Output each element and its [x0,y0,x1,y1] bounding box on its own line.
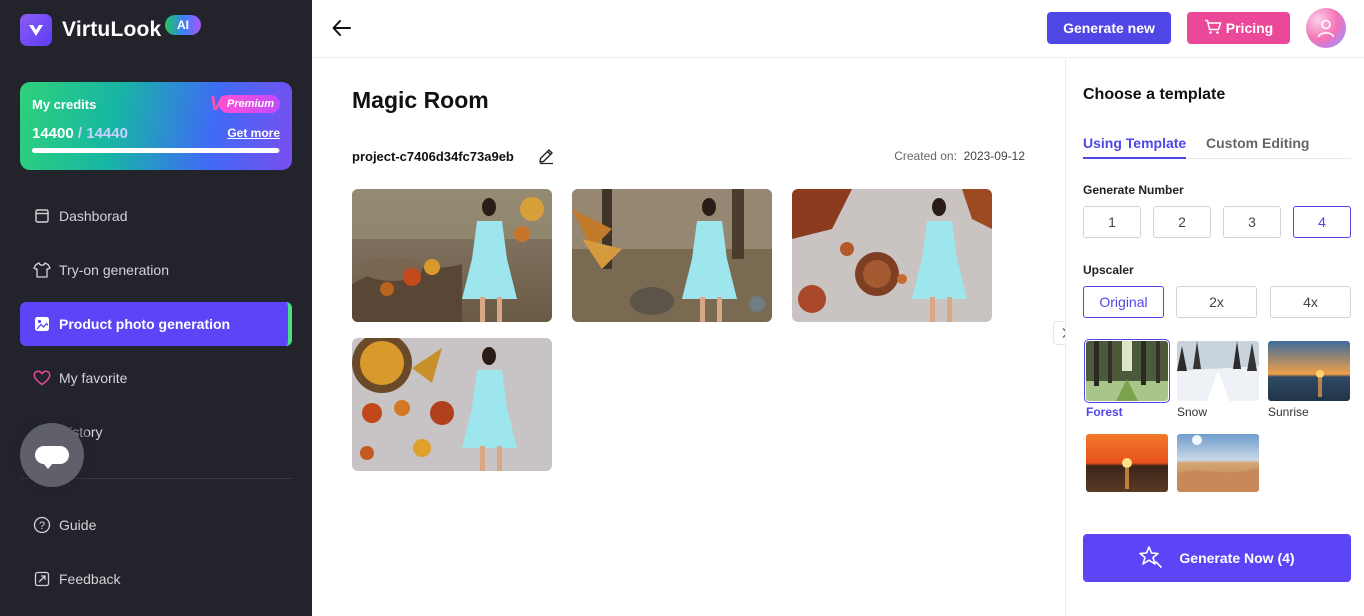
created-value: 2023-09-12 [963,149,1025,163]
credits-value: 14400 / 14440 [32,125,128,142]
created-date: Created on: 2023-09-12 [894,149,1025,163]
sidebar-item-try-on[interactable]: Try-on generation [20,248,292,292]
created-label: Created on: [894,149,957,163]
template-snow[interactable] [1177,341,1259,401]
back-arrow-icon[interactable] [330,16,354,40]
heart-icon [33,369,51,387]
template-label-sunrise: Sunrise [1268,405,1309,419]
cart-icon [1204,19,1222,38]
credits-used: 14400 [32,125,74,142]
sidebar-item-label: Dashborad [59,208,128,224]
premium-label: Premium [218,95,280,113]
virtulook-logo-icon [20,14,52,46]
generated-image[interactable] [352,189,552,322]
template-panel: Choose a template Using Template Custom … [1065,58,1364,616]
help-icon: ? [33,516,51,534]
svg-text:?: ? [39,520,45,532]
ai-badge: AI [165,15,201,35]
avatar[interactable] [1306,8,1346,48]
top-header: Generate new Pricing [312,0,1364,58]
photo-icon [33,315,51,333]
edit-pencil-icon[interactable] [537,147,555,165]
generate-now-button[interactable]: Generate Now (4) [1083,534,1351,582]
template-label-snow: Snow [1177,405,1208,419]
generate-number-option[interactable]: 1 [1083,206,1141,238]
project-name: project-c7406d34fc73a9eb [352,149,514,164]
shirt-icon [33,261,51,279]
sidebar: VirtuLook AI My credits V Premium 14400 … [0,0,312,616]
pricing-label: Pricing [1225,20,1274,36]
generated-image[interactable] [792,189,992,322]
sidebar-item-label: Try-on generation [59,262,169,278]
sidebar-item-product-photo[interactable]: Product photo generation [20,302,292,346]
sidebar-item-label: Feedback [59,571,121,587]
generated-image[interactable] [352,338,552,471]
credits-total: 14440 [86,125,128,142]
main-content: Magic Room project-c7406d34fc73a9eb Crea… [312,58,1065,616]
generate-new-button[interactable]: Generate new [1047,12,1171,44]
credits-progress-fill [32,148,280,153]
magic-star-icon [1139,545,1163,572]
page-title: Magic Room [352,87,489,113]
generate-number-option-selected[interactable]: 4 [1293,206,1351,238]
sidebar-item-feedback[interactable]: Feedback [20,557,292,601]
sidebar-item-label: Guide [59,517,97,533]
pricing-button[interactable]: Pricing [1187,12,1290,44]
generate-number-label: Generate Number [1083,183,1184,197]
upscaler-option[interactable]: 2x [1176,286,1257,318]
template-desert[interactable] [1177,434,1259,492]
sidebar-item-guide[interactable]: ? Guide [20,503,292,547]
generate-now-label: Generate Now (4) [1179,550,1295,566]
credits-title: My credits [32,97,97,112]
chat-support-button[interactable] [20,423,84,487]
credits-progress-bar [32,148,280,153]
brand[interactable]: VirtuLook AI [20,14,201,46]
sidebar-item-dashboard[interactable]: Dashborad [20,194,292,238]
sidebar-item-label: Product photo generation [59,316,231,332]
template-forest[interactable] [1084,339,1170,403]
app-name: VirtuLook [62,18,162,41]
panel-title: Choose a template [1083,86,1226,103]
tab-using-template[interactable]: Using Template [1083,135,1187,159]
template-sunset[interactable] [1086,434,1168,492]
generate-number-option[interactable]: 2 [1153,206,1211,238]
generated-image[interactable] [572,189,772,322]
sidebar-item-label: My favorite [59,370,128,386]
premium-badge: V Premium [210,93,280,115]
upscaler-option[interactable]: 4x [1270,286,1351,318]
template-label-forest: Forest [1086,405,1123,419]
generate-number-option[interactable]: 3 [1223,206,1281,238]
sidebar-item-favorite[interactable]: My favorite [20,356,292,400]
credits-card: My credits V Premium 14400 / 14440 Get m… [20,82,292,170]
template-tabs: Using Template Custom Editing [1083,135,1351,159]
chat-bubble-icon [35,446,69,469]
credits-separator: / [73,125,87,142]
template-sunrise[interactable] [1268,341,1350,401]
tab-custom-editing[interactable]: Custom Editing [1206,135,1309,159]
upscaler-label: Upscaler [1083,263,1134,277]
dashboard-icon [33,207,51,225]
feedback-icon [33,570,51,588]
get-more-link[interactable]: Get more [227,126,280,140]
upscaler-option-selected[interactable]: Original [1083,286,1164,318]
